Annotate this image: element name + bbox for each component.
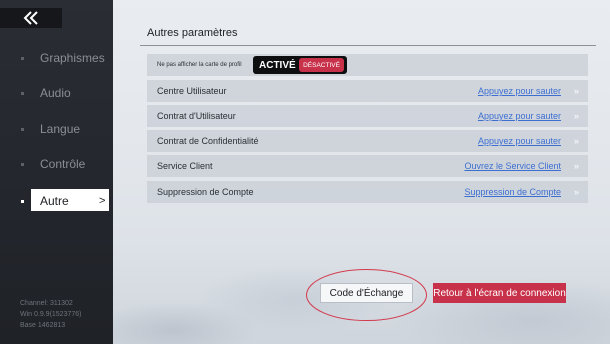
double-chevron-right-icon[interactable]: »: [574, 111, 579, 121]
win-version-text: Win 0.9.9(1523776): [20, 311, 82, 318]
nav-item-label: Langue: [40, 122, 81, 136]
toggle-on-option[interactable]: ACTIVÉ: [259, 60, 296, 71]
toggle-off-option[interactable]: DÉSACTIVÉ: [299, 58, 344, 72]
settings-row-suppression-compte: Suppression de Compte Suppression de Com…: [147, 181, 588, 203]
settings-row-centre-utilisateur: Centre Utilisateur Appuyez pour sauter »: [147, 80, 588, 102]
row-label: Suppression de Compte: [157, 187, 254, 197]
version-info: Channel: 311302 Win 0.9.9(1523776) Base …: [20, 298, 81, 331]
nav-item-label: Graphismes: [40, 51, 105, 65]
back-arrow-icon: [23, 11, 38, 25]
profile-card-label: Ne pas afficher la carte de profil: [157, 62, 242, 68]
settings-row-contrat-confidentialite: Contrat de Confidentialité Appuyez pour …: [147, 130, 588, 152]
double-chevron-right-icon[interactable]: »: [574, 187, 579, 197]
nav-bullet-icon: [21, 56, 24, 60]
nav-bullet-icon: [21, 91, 24, 95]
settings-row-contrat-utilisateur: Contrat d'Utilisateur Appuyez pour saute…: [147, 105, 588, 127]
row-link[interactable]: Appuyez pour sauter: [478, 86, 561, 96]
chevron-right-icon: >: [99, 195, 106, 207]
nav-item-langue[interactable]: Langue: [0, 117, 113, 141]
profile-card-toggle[interactable]: ACTIVÉ DÉSACTIVÉ: [253, 56, 347, 74]
nav-bullet-icon: [21, 127, 24, 131]
row-link[interactable]: Appuyez pour sauter: [478, 136, 561, 146]
section-title: Autres paramètres: [147, 27, 238, 39]
row-label: Contrat d'Utilisateur: [157, 111, 236, 121]
return-to-login-button[interactable]: Retour à l'écran de connexion: [433, 283, 566, 303]
row-link[interactable]: Ouvrez le Service Client: [464, 161, 561, 171]
nav-item-label: Audio: [40, 86, 71, 100]
sidebar: Graphismes Audio Langue Contrôle Autre >…: [0, 0, 113, 344]
nav-item-controle[interactable]: Contrôle: [0, 152, 113, 176]
settings-row-service-client: Service Client Ouvrez le Service Client …: [147, 155, 588, 177]
back-button[interactable]: [0, 8, 62, 28]
nav-bullet-icon: [21, 199, 24, 203]
row-label: Contrat de Confidentialité: [157, 136, 259, 146]
channel-text: Channel: 311302: [20, 300, 73, 307]
row-link[interactable]: Suppression de Compte: [464, 187, 561, 197]
row-link[interactable]: Appuyez pour sauter: [478, 111, 561, 121]
double-chevron-right-icon[interactable]: »: [574, 86, 579, 96]
nav-item-autre[interactable]: Autre >: [0, 189, 113, 213]
double-chevron-right-icon[interactable]: »: [574, 136, 579, 146]
double-chevron-right-icon[interactable]: »: [574, 161, 579, 171]
nav-item-label: Autre: [40, 194, 69, 208]
row-label: Centre Utilisateur: [157, 86, 227, 96]
nav-bullet-icon: [21, 162, 24, 166]
base-version-text: Base 1462813: [20, 322, 66, 329]
profile-card-row: Ne pas afficher la carte de profil ACTIV…: [147, 54, 588, 76]
nav-item-graphismes[interactable]: Graphismes: [0, 46, 113, 70]
row-label: Service Client: [157, 161, 213, 171]
section-divider: [140, 45, 596, 46]
nav-item-audio[interactable]: Audio: [0, 81, 113, 105]
nav-item-label: Contrôle: [40, 157, 86, 171]
exchange-code-button[interactable]: Code d'Échange: [320, 283, 413, 303]
